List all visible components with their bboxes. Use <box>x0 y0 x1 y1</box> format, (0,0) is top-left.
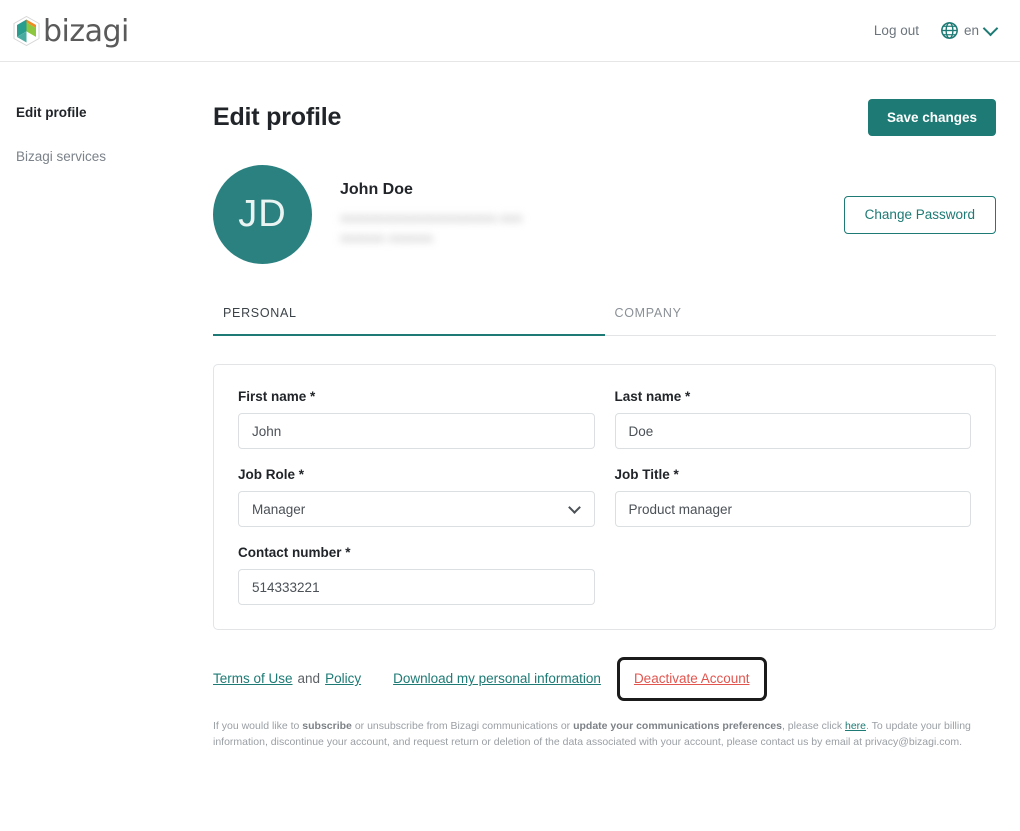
profile-email-redacted: aaaaaaaaaaaaaaaaaaaaa.aaa <box>340 209 523 225</box>
page-body: Edit profile Bizagi services Edit profil… <box>0 62 1020 750</box>
page-header: Edit profile Save changes <box>213 96 996 138</box>
profile-tabs: PERSONAL COMPANY <box>213 306 996 336</box>
profile-detail-redacted: aaaaaa aaaaaa <box>340 230 433 245</box>
language-selector[interactable]: en <box>941 20 999 39</box>
save-changes-button[interactable]: Save changes <box>867 98 996 136</box>
bizagi-hexagon-icon <box>13 15 40 46</box>
contact-number-input[interactable] <box>238 569 595 605</box>
change-password-button[interactable]: Change Password <box>843 195 996 234</box>
tab-company[interactable]: COMPANY <box>605 306 997 335</box>
contact-number-label: Contact number * <box>238 545 351 560</box>
page-title: Edit profile <box>213 102 342 131</box>
fineprint-part-2: or unsubscribe from Bizagi communication… <box>351 719 574 732</box>
fineprint-part-3: , please click <box>781 719 845 732</box>
topbar-actions: Log out en <box>874 20 999 39</box>
chevron-down-icon <box>982 20 999 36</box>
tab-label: PERSONAL <box>223 306 297 320</box>
terms-of-use-link[interactable]: Terms of Use <box>213 671 293 686</box>
top-bar: bizagi Log out en <box>0 0 1020 62</box>
first-name-input[interactable] <box>238 413 595 449</box>
personal-info-card: First name * Last name * Job Role * Mana… <box>213 364 996 630</box>
policy-link[interactable]: Policy <box>325 671 361 686</box>
deactivate-account-highlight: Deactivate Account <box>616 657 767 701</box>
profile-summary: JD John Doe aaaaaaaaaaaaaaaaaaaaa.aaa aa… <box>213 165 996 264</box>
job-role-label: Job Role * <box>238 467 305 482</box>
profile-info: John Doe aaaaaaaaaaaaaaaaaaaaa.aaa aaaaa… <box>340 181 522 248</box>
first-name-label: First name * <box>238 389 316 404</box>
and-text: and <box>297 671 321 687</box>
sidebar-item-label: Edit profile <box>16 105 87 120</box>
field-first-name: First name * <box>238 389 595 449</box>
deactivate-account-link[interactable]: Deactivate Account <box>634 671 750 686</box>
personal-form: First name * Last name * Job Role * Mana… <box>238 389 971 605</box>
last-name-label: Last name * <box>614 389 691 404</box>
field-job-role: Job Role * Manager <box>238 467 595 527</box>
globe-icon <box>941 22 958 39</box>
chevron-down-icon <box>567 500 581 514</box>
language-code: en <box>963 23 979 38</box>
job-title-input[interactable] <box>614 491 971 527</box>
fineprint-bold-subscribe: subscribe <box>302 719 352 732</box>
form-grid-filler <box>615 545 972 605</box>
avatar: JD <box>213 165 312 264</box>
tab-personal[interactable]: PERSONAL <box>213 306 605 336</box>
job-role-select[interactable]: Manager <box>238 491 595 527</box>
last-name-input[interactable] <box>614 413 971 449</box>
job-title-label: Job Title * <box>614 467 679 482</box>
fineprint-bold-preferences: update your communications preferences <box>573 719 782 732</box>
field-job-title: Job Title * <box>614 467 971 527</box>
download-personal-information-link[interactable]: Download my personal information <box>393 671 601 686</box>
footer-links: Terms of Use and Policy Download my pers… <box>213 657 996 701</box>
sidebar: Edit profile Bizagi services <box>0 62 213 750</box>
field-last-name: Last name * <box>614 389 971 449</box>
fineprint-text: If you would like to subscribe or unsubs… <box>213 718 973 751</box>
sidebar-item-label: Bizagi services <box>16 149 107 164</box>
field-contact-number: Contact number * <box>238 545 595 605</box>
fineprint-here-link[interactable]: here <box>845 720 866 732</box>
fineprint-part-1: If you would like to <box>213 719 303 732</box>
logout-link[interactable]: Log out <box>874 23 919 38</box>
job-role-value: Manager <box>252 501 306 517</box>
main-content: Edit profile Save changes JD John Doe aa… <box>213 62 1020 750</box>
sidebar-item-edit-profile[interactable]: Edit profile <box>16 98 213 127</box>
tab-label: COMPANY <box>614 306 682 320</box>
sidebar-item-bizagi-services[interactable]: Bizagi services <box>16 142 213 171</box>
profile-name: John Doe <box>340 180 413 198</box>
brand-wordmark: bizagi <box>43 13 129 49</box>
bizagi-logo[interactable]: bizagi <box>13 13 129 49</box>
